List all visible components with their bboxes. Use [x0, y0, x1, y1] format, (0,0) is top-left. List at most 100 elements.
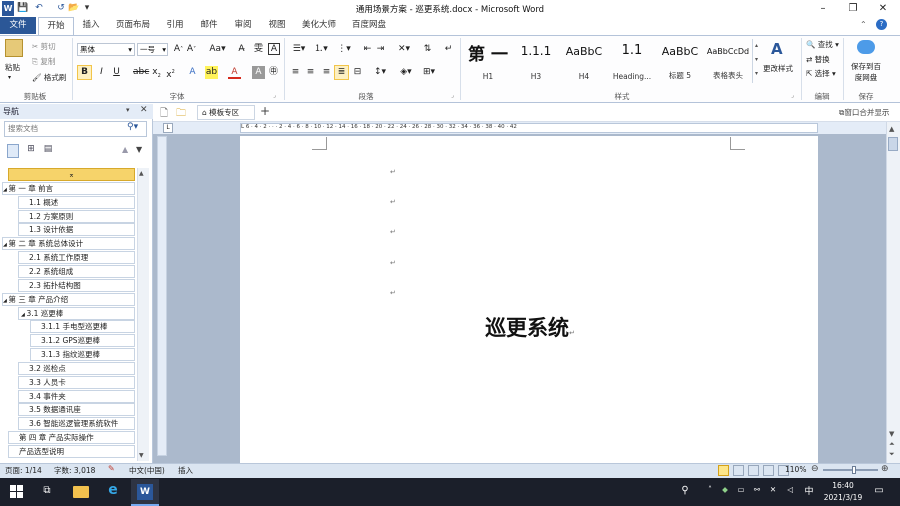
- restore-button[interactable]: ❐: [838, 0, 868, 17]
- show-hidden-icons[interactable]: ˄: [705, 485, 715, 494]
- zoom-level[interactable]: 110%: [785, 465, 806, 474]
- paste-icon[interactable]: [5, 39, 23, 57]
- language-indicator[interactable]: 中文(中国): [129, 465, 165, 476]
- multilevel-list-icon[interactable]: ⋮▾: [336, 43, 352, 56]
- find-button[interactable]: 🔍 查找 ▾: [806, 39, 839, 50]
- select-button[interactable]: ⇱ 选择 ▾: [806, 68, 836, 79]
- print-layout-icon[interactable]: [718, 465, 729, 476]
- paste-button[interactable]: 粘贴: [5, 62, 20, 73]
- italic-button[interactable]: I: [95, 66, 108, 79]
- notifications-icon[interactable]: ▭: [872, 485, 886, 496]
- style-h4[interactable]: AaBbC H4: [561, 39, 607, 83]
- font-color-icon[interactable]: A: [228, 66, 241, 79]
- scroll-up-icon[interactable]: ▲: [139, 170, 144, 177]
- ribbon-minimize-icon[interactable]: ⌃: [860, 20, 867, 29]
- folder-icon[interactable]: 🗀: [176, 106, 186, 123]
- borders-icon[interactable]: ⊞▾: [420, 66, 438, 79]
- speaker-icon[interactable]: ◁: [784, 485, 796, 494]
- security-icon[interactable]: ◆: [719, 485, 731, 494]
- next-page-icon[interactable]: ⏷: [889, 450, 895, 459]
- tab-mailings[interactable]: 邮件: [194, 17, 224, 34]
- tab-beautify[interactable]: 美化大师: [296, 17, 342, 34]
- styles-scroll-icon[interactable]: ▴ ▾ ▾: [752, 39, 760, 83]
- copy-button[interactable]: ⎘ 复制: [32, 56, 55, 67]
- scroll-up-icon[interactable]: ▲: [889, 125, 894, 133]
- save-icon[interactable]: 💾: [17, 1, 29, 16]
- tab-view[interactable]: 视图: [262, 17, 292, 34]
- page-indicator[interactable]: 页面: 1/14: [5, 465, 42, 476]
- zoom-slider-thumb[interactable]: [852, 466, 856, 474]
- minimize-button[interactable]: –: [808, 0, 838, 17]
- replace-button[interactable]: ⇄ 替换: [806, 54, 830, 65]
- merge-windows-button[interactable]: ⧉窗口合并显示: [839, 107, 889, 118]
- vertical-scrollbar[interactable]: [886, 122, 900, 463]
- nav-current-position[interactable]: ⌅: [8, 168, 135, 181]
- justify-icon[interactable]: ≣: [334, 65, 349, 80]
- nav-results-view-icon[interactable]: ▤: [42, 144, 54, 158]
- distributed-icon[interactable]: ⊟: [351, 66, 364, 79]
- horizontal-ruler[interactable]: L 6 · 4 · 2 · · · 2 · 4 · 6 · 8 · 10 · 1…: [240, 123, 818, 133]
- nav-previous-icon[interactable]: ▲: [122, 145, 128, 154]
- align-right-icon[interactable]: ≡: [320, 66, 333, 79]
- subscript-button[interactable]: x2: [150, 66, 163, 79]
- full-screen-reading-icon[interactable]: [733, 465, 744, 476]
- shrink-font-icon[interactable]: A˅: [185, 43, 198, 56]
- windows-start-icon[interactable]: [10, 485, 24, 499]
- tab-references[interactable]: 引用: [160, 17, 190, 34]
- tab-template-zone[interactable]: ⌂ 模板专区: [197, 105, 255, 120]
- add-tab-button[interactable]: +: [260, 104, 270, 118]
- document-page[interactable]: [240, 136, 818, 463]
- numbering-icon[interactable]: ⒈▾: [312, 43, 330, 56]
- tab-selector-icon[interactable]: L: [163, 123, 173, 133]
- show-marks-icon[interactable]: ↵: [442, 43, 455, 56]
- nav-heading-item[interactable]: 3.2 巡检点: [18, 362, 135, 375]
- proofing-icon[interactable]: ✎: [108, 464, 115, 473]
- nav-headings-view-icon[interactable]: [7, 144, 19, 158]
- new-document-icon[interactable]: 🗋: [160, 106, 168, 123]
- align-center-icon[interactable]: ≡: [304, 66, 317, 79]
- nav-heading-item[interactable]: 3.1.3 指纹巡更棒: [30, 348, 135, 361]
- phonetic-guide-icon[interactable]: 雯: [252, 43, 265, 56]
- people-icon[interactable]: ⚲: [678, 485, 692, 496]
- bullets-icon[interactable]: ☰▾: [290, 43, 308, 56]
- chinese-layout-icon[interactable]: ✕▾: [396, 43, 412, 56]
- edge-icon[interactable]: e: [104, 482, 122, 498]
- change-styles-icon[interactable]: A: [771, 40, 783, 58]
- font-size-combo[interactable]: 一号 ▾: [137, 43, 168, 56]
- scroll-thumb[interactable]: [888, 137, 898, 151]
- undo-icon[interactable]: ↶: [33, 1, 45, 16]
- nav-search-input[interactable]: 搜索文档: [4, 121, 147, 137]
- nav-menu-icon[interactable]: ▾: [126, 106, 130, 114]
- nav-heading-item[interactable]: 产品选型说明: [8, 445, 135, 458]
- dialog-launcher-icon[interactable]: ⌟: [273, 92, 276, 99]
- nav-heading-item[interactable]: 3.1.1 手电型巡更棒: [30, 320, 135, 333]
- nav-heading-item[interactable]: 3.3 人员卡: [18, 376, 135, 389]
- increase-indent-icon[interactable]: ⇥: [374, 43, 387, 56]
- nav-heading-item[interactable]: 2.1 系统工作原理: [18, 251, 135, 264]
- redo-icon[interactable]: ↺: [55, 1, 67, 16]
- open-icon[interactable]: 📂: [68, 1, 80, 16]
- change-styles-button[interactable]: 更改样式: [763, 63, 793, 74]
- nav-heading-item[interactable]: 2.2 系统组成: [18, 265, 135, 278]
- zoom-out-icon[interactable]: ⊖: [811, 464, 819, 474]
- prev-page-icon[interactable]: ⏶: [889, 440, 895, 449]
- paste-dropdown-icon[interactable]: ▾: [8, 74, 11, 81]
- clock-time[interactable]: 16:40: [822, 481, 864, 490]
- nav-heading-item[interactable]: 3.4 事件夹: [18, 390, 135, 403]
- character-shading-icon[interactable]: A: [252, 66, 265, 79]
- tab-home[interactable]: 开始: [38, 17, 74, 35]
- nav-heading-item[interactable]: ◢ 第 三 章 产品介绍: [2, 293, 135, 306]
- word-count[interactable]: 字数: 3,018: [54, 465, 95, 476]
- line-spacing-icon[interactable]: ↕▾: [371, 66, 389, 79]
- word-app-icon[interactable]: W: [2, 1, 14, 16]
- nav-close-icon[interactable]: ✕: [140, 105, 148, 115]
- outline-icon[interactable]: [763, 465, 774, 476]
- style-heading-5[interactable]: AaBbC 标题 5: [657, 39, 703, 83]
- nav-heading-item[interactable]: 3.6 智能巡逻管理系统软件: [18, 417, 135, 430]
- zoom-slider[interactable]: [823, 469, 878, 471]
- enclose-characters-icon[interactable]: ㊥: [267, 66, 280, 79]
- network-icon[interactable]: ⚯: [751, 485, 763, 494]
- character-border-icon[interactable]: A: [268, 43, 280, 55]
- close-button[interactable]: ✕: [868, 0, 898, 17]
- vertical-ruler[interactable]: [157, 136, 167, 456]
